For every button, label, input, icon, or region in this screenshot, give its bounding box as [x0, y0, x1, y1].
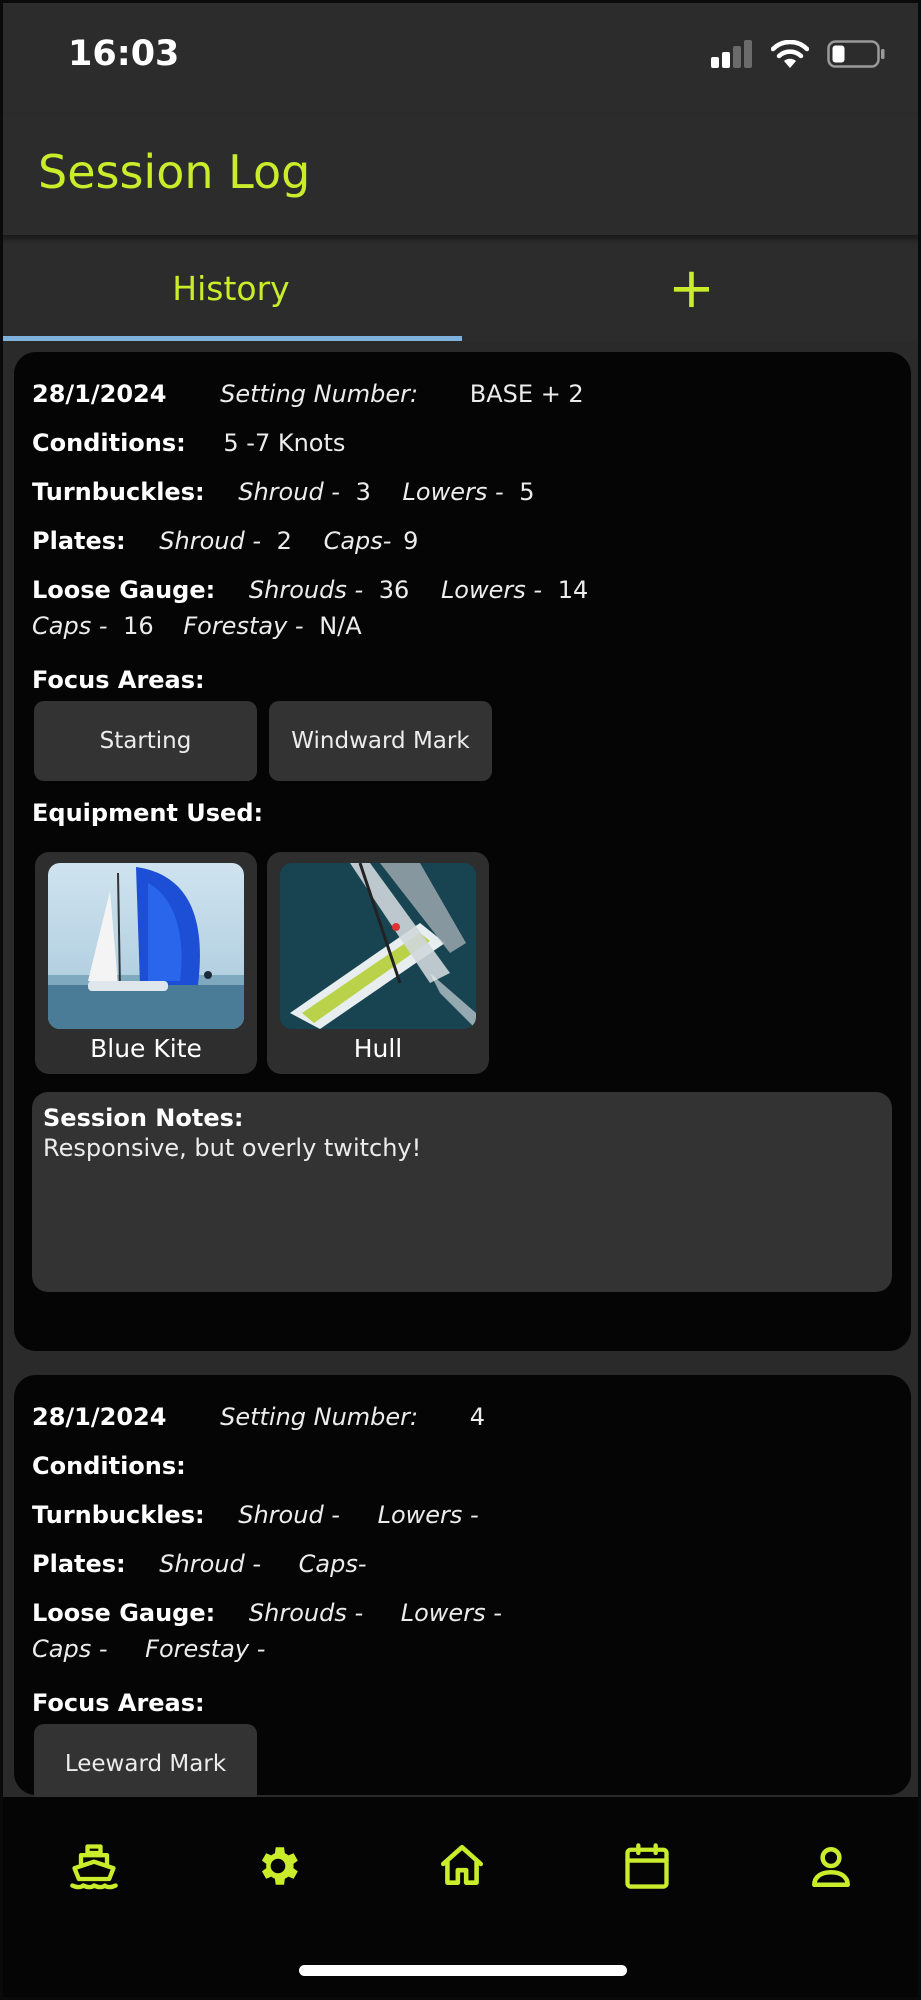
plates-caps-label: Caps-	[323, 527, 392, 555]
turnbuckles-row: Turnbuckles: Shroud - 3 Lowers - 5	[32, 478, 535, 506]
calendar-icon	[625, 1843, 669, 1889]
equipment-heading: Equipment Used:	[32, 799, 263, 827]
lg-shrouds-label: Shrouds -	[248, 576, 364, 604]
plates-row: Plates: Shroud - Caps-	[32, 1550, 367, 1578]
lg-forestay-value: N/A	[319, 612, 362, 640]
lg-caps-label: Caps -	[32, 612, 108, 640]
setting-number-value: 4	[469, 1403, 486, 1431]
lg-lowers-value: 14	[557, 576, 589, 604]
lg-lowers-label: Lowers -	[400, 1599, 502, 1627]
plates-label: Plates:	[32, 527, 126, 555]
loose-gauge-row: Loose Gauge: Shrouds - Lowers -	[32, 1599, 502, 1627]
turnbuckles-lowers-label: Lowers -	[377, 1501, 479, 1529]
plates-shroud-value: 2	[276, 527, 292, 555]
conditions-label: Conditions:	[32, 1452, 186, 1480]
turnbuckles-row: Turnbuckles: Shroud - Lowers -	[32, 1501, 479, 1529]
page-title: Session Log	[38, 145, 311, 199]
app-header: Session Log	[0, 115, 921, 235]
setting-number-value: BASE + 2	[469, 380, 584, 408]
nav-home[interactable]	[427, 1831, 497, 1901]
session-date-row: 28/1/2024 Setting Number: BASE + 2	[32, 380, 584, 408]
loose-gauge-label: Loose Gauge:	[32, 576, 216, 604]
add-session-button[interactable]: +	[462, 236, 921, 341]
blue-kite-image	[48, 863, 244, 1029]
tab-history[interactable]: History	[0, 236, 462, 341]
conditions-row: Conditions: 5 -7 Knots	[32, 429, 345, 457]
home-indicator[interactable]	[299, 1965, 627, 1976]
loose-gauge-row-2: Caps - 16 Forestay - N/A	[32, 612, 362, 640]
focus-chip-windward-mark[interactable]: Windward Mark	[269, 701, 492, 781]
loose-gauge-label: Loose Gauge:	[32, 1599, 216, 1627]
wifi-icon	[771, 40, 809, 68]
conditions-label: Conditions:	[32, 429, 186, 457]
equipment-card-hull[interactable]: Hull	[267, 852, 489, 1074]
turnbuckles-shroud-value: 3	[355, 478, 371, 506]
gear-icon	[261, 1847, 298, 1885]
tab-active-indicator	[0, 336, 462, 341]
equipment-name: Blue Kite	[90, 1034, 202, 1063]
lg-forestay-label: Forestay -	[183, 612, 304, 640]
tab-bar: History +	[0, 236, 921, 341]
lg-caps-label: Caps -	[32, 1635, 108, 1663]
session-card[interactable]: 28/1/2024 Setting Number: BASE + 2 Condi…	[14, 352, 911, 1351]
battery-icon	[827, 40, 885, 68]
equipment-card-blue-kite[interactable]: Blue Kite	[35, 852, 257, 1074]
plates-label: Plates:	[32, 1550, 126, 1578]
nav-settings[interactable]	[243, 1831, 313, 1901]
equipment-used-label: Equipment Used:	[32, 799, 264, 827]
status-bar: 16:03	[0, 0, 921, 115]
lg-forestay-label: Forestay -	[145, 1635, 266, 1663]
nav-calendar[interactable]	[612, 1831, 682, 1901]
conditions-row: Conditions:	[32, 1452, 186, 1480]
nav-boat[interactable]	[59, 1831, 129, 1901]
loose-gauge-row: Loose Gauge: Shrouds - 36 Lowers - 14	[32, 576, 588, 604]
turnbuckles-lowers-value: 5	[519, 478, 535, 506]
session-date-row: 28/1/2024 Setting Number: 4	[32, 1403, 485, 1431]
nav-profile[interactable]	[796, 1831, 866, 1901]
plates-row: Plates: Shroud - 2 Caps- 9	[32, 527, 418, 555]
session-date: 28/1/2024	[32, 1403, 167, 1431]
lg-shrouds-label: Shrouds -	[248, 1599, 364, 1627]
status-icons	[711, 40, 885, 68]
turnbuckles-label: Turnbuckles:	[32, 1501, 205, 1529]
focus-chip-leeward-mark[interactable]: Leeward Mark	[34, 1724, 257, 1804]
loose-gauge-row-2: Caps - Forestay -	[32, 1635, 265, 1663]
turnbuckles-shroud-label: Shroud -	[238, 1501, 340, 1529]
plates-caps-value: 9	[403, 527, 419, 555]
session-notes-text: Responsive, but overly twitchy!	[43, 1134, 422, 1162]
setting-number-label: Setting Number:	[220, 380, 419, 408]
focus-areas-label: Focus Areas:	[32, 666, 205, 694]
lg-caps-value: 16	[123, 612, 154, 640]
focus-areas-label: Focus Areas:	[32, 1689, 205, 1717]
session-card[interactable]: 28/1/2024 Setting Number: 4 Conditions: …	[14, 1375, 911, 1804]
lg-shrouds-value: 36	[378, 576, 410, 604]
session-notes: Session Notes: Responsive, but overly tw…	[32, 1092, 892, 1292]
setting-number-label: Setting Number:	[220, 1403, 419, 1431]
bottom-nav	[0, 1797, 921, 2000]
status-time: 16:03	[68, 34, 180, 74]
turnbuckles-shroud-label: Shroud -	[238, 478, 340, 506]
conditions-value: 5 -7 Knots	[223, 429, 346, 457]
plates-shroud-label: Shroud -	[159, 1550, 262, 1578]
session-date: 28/1/2024	[32, 380, 167, 408]
plates-shroud-label: Shroud -	[159, 527, 262, 555]
profile-icon	[812, 1847, 850, 1888]
home-icon	[440, 1844, 484, 1885]
focus-areas-heading: Focus Areas:	[32, 666, 205, 694]
session-notes-label: Session Notes:	[43, 1104, 244, 1132]
signal-icon	[711, 40, 752, 68]
lg-lowers-label: Lowers -	[440, 576, 543, 604]
focus-areas-heading: Focus Areas:	[32, 1689, 205, 1717]
turnbuckles-label: Turnbuckles:	[32, 478, 205, 506]
plates-caps-label: Caps-	[298, 1550, 367, 1578]
hull-image	[280, 863, 476, 1029]
focus-chip-starting[interactable]: Starting	[34, 701, 257, 781]
turnbuckles-lowers-label: Lowers -	[402, 478, 504, 506]
equipment-name: Hull	[353, 1034, 403, 1063]
boat-icon	[70, 1844, 118, 1890]
